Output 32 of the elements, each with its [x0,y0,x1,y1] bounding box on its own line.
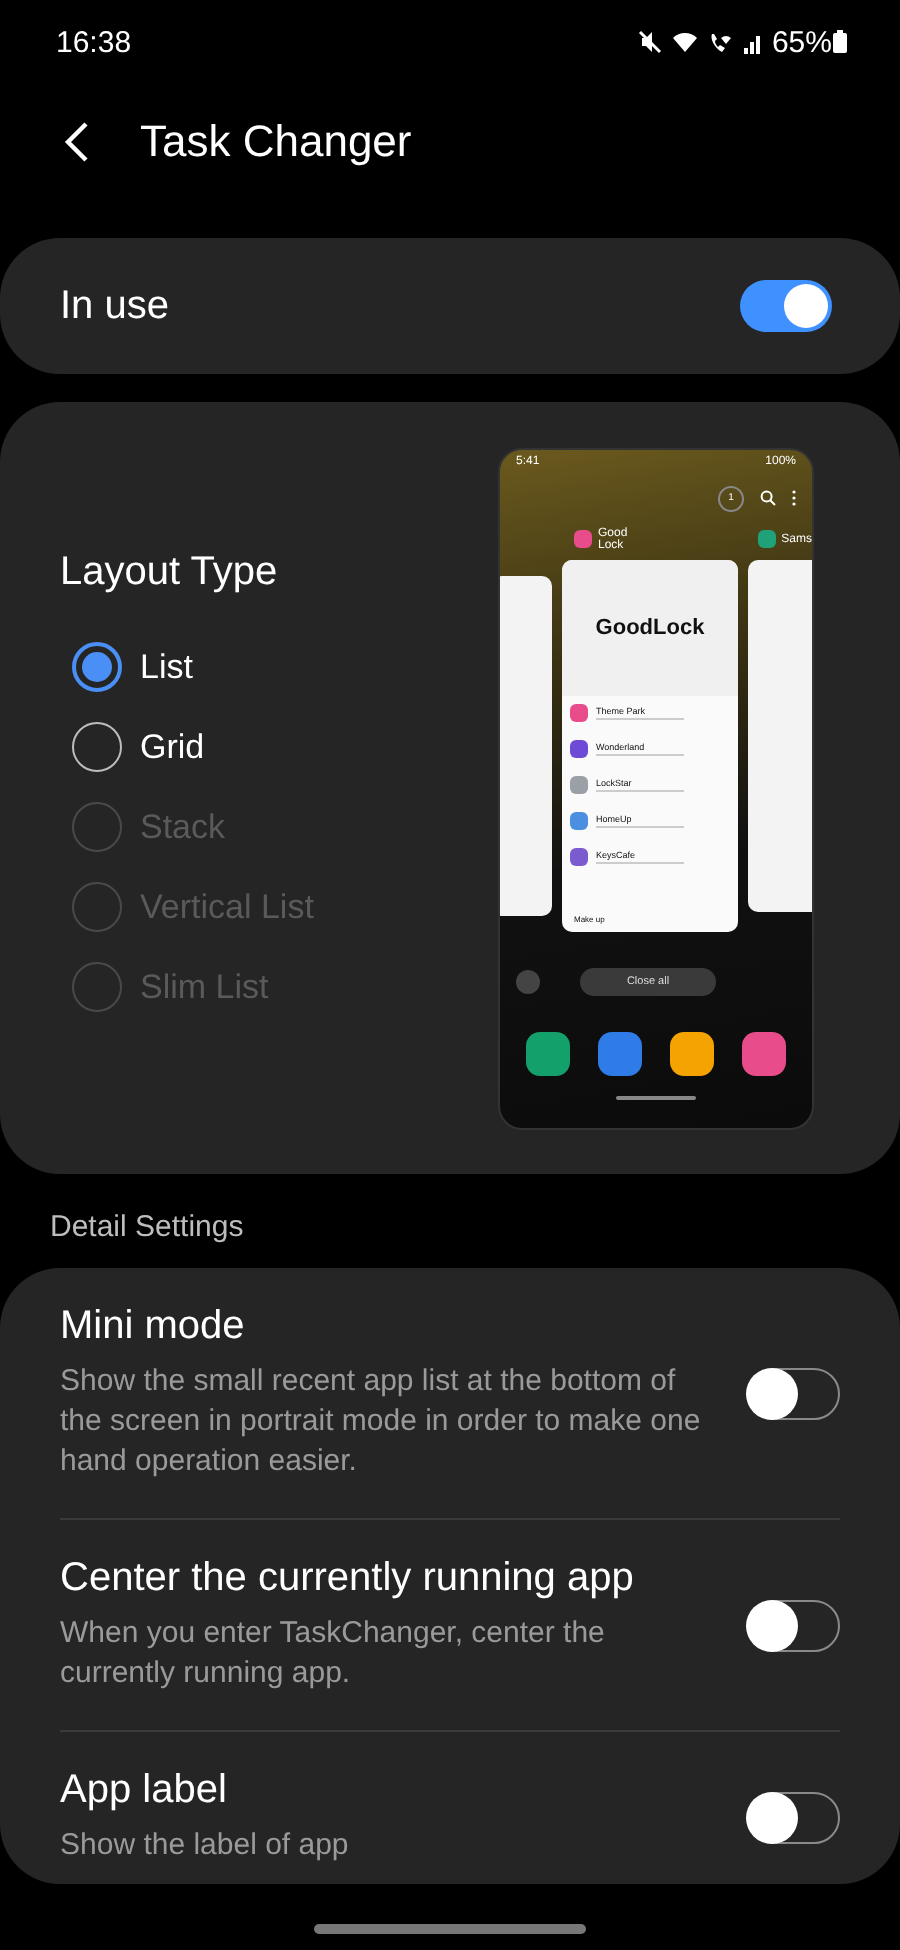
setting-label: In use [60,283,169,329]
app-logo: GoodLock [562,559,738,695]
app-icon [757,530,776,548]
toggle-switch[interactable] [740,280,832,332]
apps-icon [516,969,540,993]
battery-percent: 65% [771,25,832,59]
phone-app-icon [526,1031,570,1075]
folder-app-icon [670,1031,714,1075]
mute-icon [637,30,662,54]
setting-description: Show the small recent app list at the bottom of the screen in portrait mode in order to make one hand operation easier. [60,1362,703,1482]
page-title: Task Changer [140,116,412,168]
app-icon [742,1031,786,1075]
setting-description: Show the label of app [60,1826,351,1866]
app-icon [574,530,592,548]
toggle-switch[interactable] [748,1367,840,1419]
status-time: 16:38 [56,25,132,59]
toggle-switch[interactable] [748,1599,840,1651]
section-header: Detail Settings [48,1208,246,1248]
wifi-icon [671,31,698,53]
wifi-call-icon [707,31,734,53]
setting-title: App label [60,1768,229,1814]
search-icon [760,490,776,506]
setting-description: When you enter TaskChanger, center the currently running app. [60,1614,607,1694]
messages-app-icon [598,1031,642,1075]
setting-title: Mini mode [60,1304,247,1350]
setting-title: Center the currently running app [60,1556,636,1602]
radio-option[interactable]: Grid [72,707,498,787]
battery-icon [832,30,848,54]
section-title: Layout Type [60,549,280,595]
toggle-switch[interactable] [748,1791,840,1843]
signal-icon [743,31,764,53]
radio-option[interactable]: List [72,627,498,707]
